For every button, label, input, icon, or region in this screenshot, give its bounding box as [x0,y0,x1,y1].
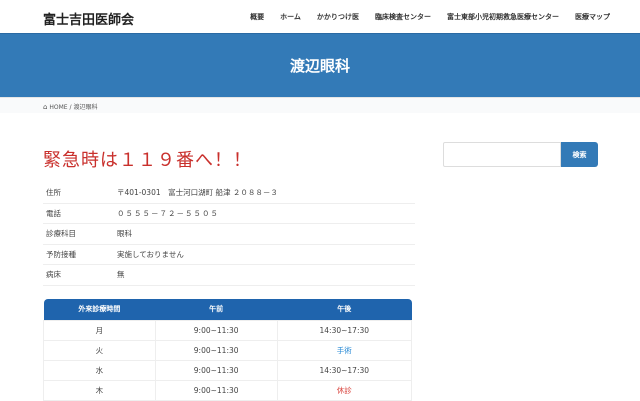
main-nav: 概要 ホーム かかりつけ医 臨床検査センター 富士東部小児初期救急医療センター … [234,12,610,22]
nav-item-overview[interactable]: 概要 [250,12,264,22]
page-title: 渡辺眼科 [289,57,350,75]
cell-day: 月 [43,319,156,341]
cell-afternoon: 休診 [276,379,413,401]
info-value: ０５５５－７２－５５０５ [117,208,219,218]
header-morning: 午前 [155,299,278,320]
table-header: 外来診療時間 午前 午後 [43,299,412,320]
home-icon: ⌂ [43,103,48,111]
cell-afternoon: 14:30~17:30 [276,319,413,341]
breadcrumb-separator: / [69,104,72,111]
cell-day: 水 [43,359,156,381]
header-day: 外来診療時間 [43,299,156,320]
info-row-vaccination: 予防接種 実施しておりません [43,245,415,265]
nav-item-home[interactable]: ホーム [280,12,301,22]
cell-afternoon: 手術 [276,339,413,361]
nav-item-lab-center[interactable]: 臨床検査センター [375,12,431,22]
nav-item-pediatric-center[interactable]: 富士東部小児初期救急医療センター [447,12,559,22]
info-label: 予防接種 [46,249,76,259]
info-value: 〒401-0301 富士河口湖町 船津 ２０８８－３ [117,188,278,198]
search-input[interactable] [443,142,561,167]
header-afternoon: 午後 [277,299,412,320]
table-row: 火 9:00~11:30 手術 [43,339,413,361]
nav-item-medical-map[interactable]: 医療マップ [575,12,610,22]
table-row: 月 9:00~11:30 14:30~17:30 [43,319,413,341]
table-row: 木 9:00~11:30 休診 [43,379,413,401]
cell-day: 木 [43,379,156,401]
info-row-phone: 電話 ０５５５－７２－５５０５ [43,204,415,224]
cell-morning: 9:00~11:30 [154,339,278,361]
info-label: 診療科目 [46,229,76,239]
info-row-address: 住所 〒401-0301 富士河口湖町 船津 ２０８８－３ [43,183,415,204]
info-label: 病床 [46,270,61,280]
table-row: 水 9:00~11:30 14:30~17:30 [43,359,413,381]
hours-table: 外来診療時間 午前 午後 月 9:00~11:30 14:30~17:30 火 9:00~… [43,299,413,401]
nav-item-family-doctor[interactable]: かかりつけ医 [317,12,359,22]
cell-afternoon: 14:30~17:30 [276,359,413,381]
breadcrumb-home[interactable]: HOME [49,104,67,111]
site-logo[interactable]: 富士吉田医師会 [43,9,134,28]
info-value: 無 [117,270,125,280]
site-header: 富士吉田医師会 概要 ホーム かかりつけ医 臨床検査センター 富士東部小児初期救… [0,0,640,33]
breadcrumb: ⌂ HOME / 渡辺眼科 [0,97,640,113]
clinic-info: 住所 〒401-0301 富士河口湖町 船津 ２０８８－３ 電話 ０５５５－７２－５… [43,183,415,286]
page-banner: 渡辺眼科 [0,33,640,97]
search-button[interactable]: 検索 [561,142,598,167]
cell-morning: 9:00~11:30 [154,319,278,341]
info-label: 住所 [46,188,61,198]
info-row-beds: 病床 無 [43,265,415,286]
emergency-notice: 緊急時は１１９番へ！！ [43,150,252,171]
info-label: 電話 [46,208,61,218]
cell-day: 火 [43,339,156,361]
info-value: 実施しておりません [117,249,184,259]
info-row-department: 診療科目 眼科 [43,224,415,245]
cell-morning: 9:00~11:30 [154,379,278,401]
breadcrumb-current: 渡辺眼科 [73,104,98,111]
info-value: 眼科 [117,229,132,239]
cell-morning: 9:00~11:30 [154,359,278,381]
